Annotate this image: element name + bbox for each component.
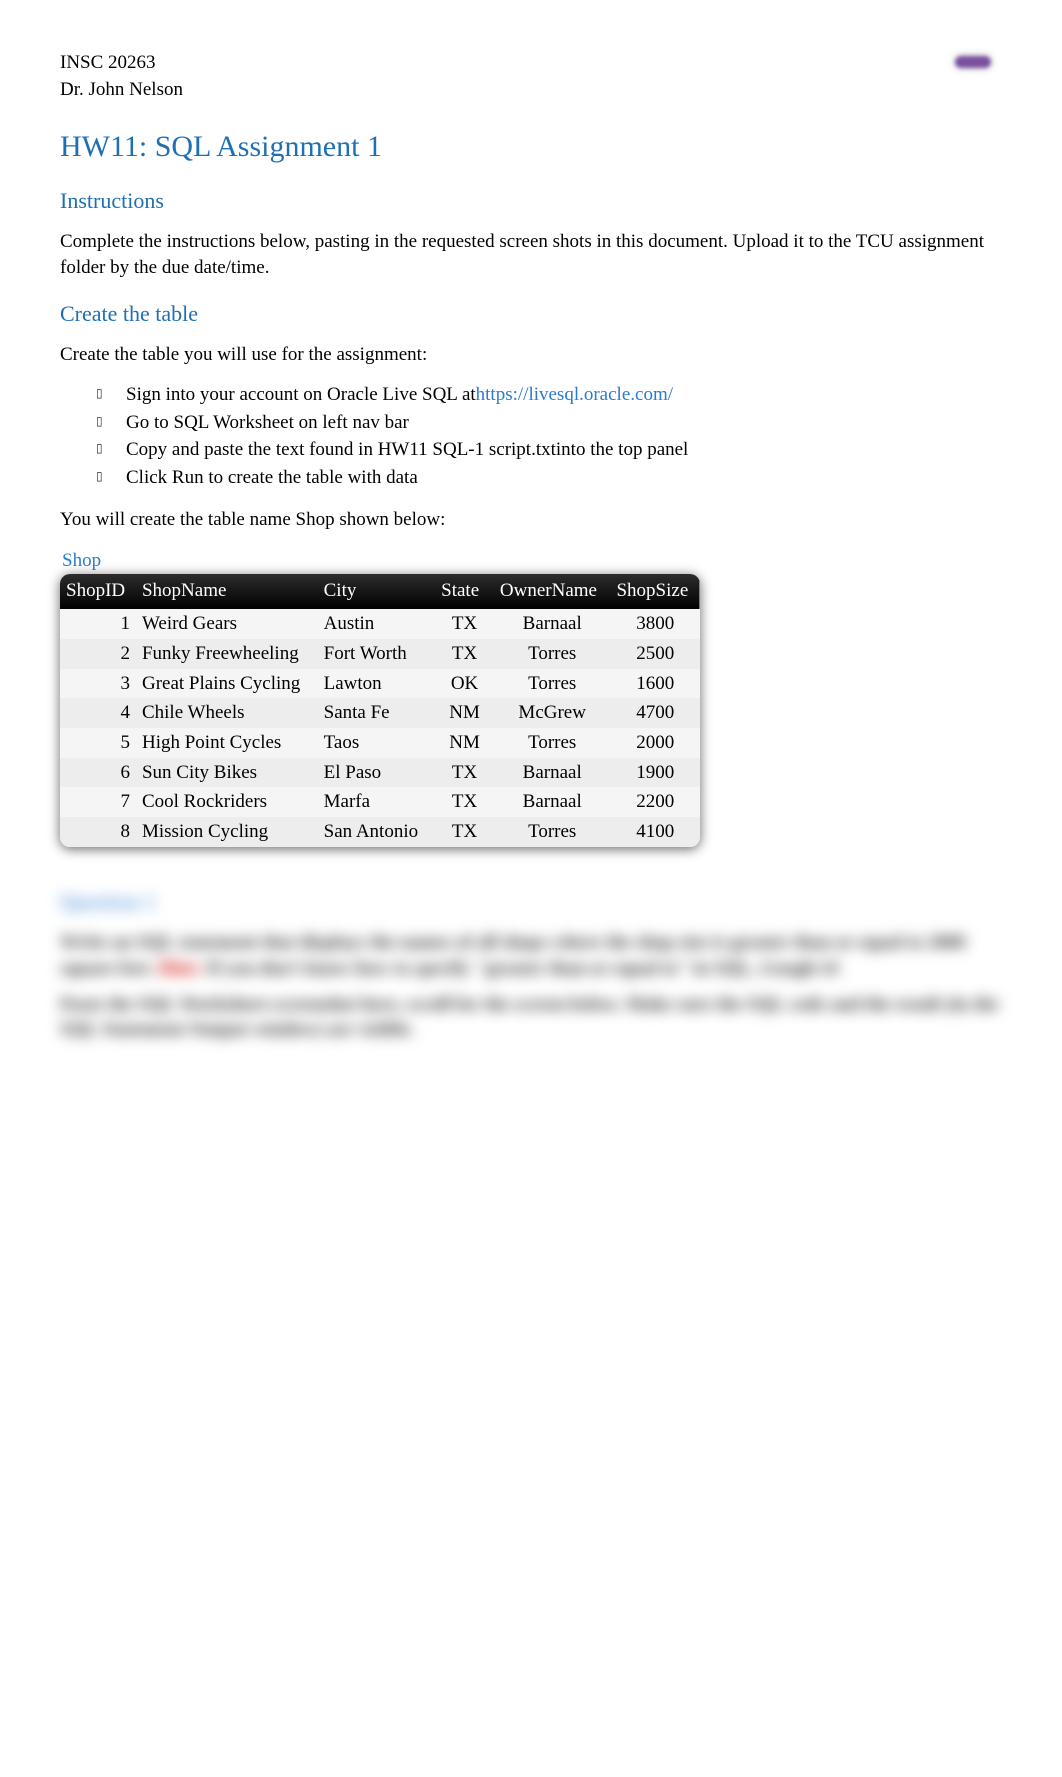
cell-name: Weird Gears [136, 609, 318, 639]
cell-id: 3 [60, 669, 136, 699]
page-title: HW11: SQL Assignment 1 [60, 127, 1002, 168]
cell-name: Funky Freewheeling [136, 639, 318, 669]
cell-name: Mission Cycling [136, 817, 318, 847]
bullet-item: Click Run to create the table with data [96, 465, 1002, 491]
preview-badge [955, 50, 1002, 76]
table-row: 2 Funky Freewheeling Fort Worth TX Torre… [60, 639, 700, 669]
table-row: 7 Cool Rockriders Marfa TX Barnaal 2200 [60, 787, 700, 817]
cell-id: 2 [60, 639, 136, 669]
cell-size: 1900 [610, 758, 700, 788]
create-table-intro: Create the table you will use for the as… [60, 342, 1002, 368]
table-header-row: ShopID ShopName City State OwnerName Sho… [60, 574, 700, 610]
table-caption: Shop [60, 548, 1002, 574]
cell-state: OK [435, 669, 494, 699]
cell-owner: Torres [494, 639, 611, 669]
cell-city: Lawton [318, 669, 436, 699]
cell-state: TX [435, 787, 494, 817]
shop-table-wrap: ShopID ShopName City State OwnerName Sho… [60, 574, 700, 847]
cell-size: 2500 [610, 639, 700, 669]
cell-state: NM [435, 728, 494, 758]
cell-name: Chile Wheels [136, 698, 318, 728]
bullet-item: Copy and paste the text found in HW11 SQ… [96, 437, 1002, 463]
create-table-outro: You will create the table name Shop show… [60, 507, 1002, 533]
blurred-preview: Question 1 Write an SQL statement that d… [60, 887, 1002, 1043]
cell-size: 4100 [610, 817, 700, 847]
table-row: 3 Great Plains Cycling Lawton OK Torres … [60, 669, 700, 699]
cell-name: High Point Cycles [136, 728, 318, 758]
cell-name: Sun City Bikes [136, 758, 318, 788]
cell-owner: Torres [494, 669, 611, 699]
cell-owner: Barnaal [494, 609, 611, 639]
bullet-text: Sign into your account on Oracle Live SQ… [126, 384, 476, 405]
badge-pill [955, 56, 991, 68]
cell-size: 3800 [610, 609, 700, 639]
cell-state: NM [435, 698, 494, 728]
course-code: INSC 20263 [60, 50, 183, 77]
col-header-city: City [318, 574, 436, 610]
cell-size: 2200 [610, 787, 700, 817]
document-header: INSC 20263 Dr. John Nelson [60, 50, 1002, 103]
cell-owner: Torres [494, 728, 611, 758]
question-text: Write an SQL statement that displays the… [60, 930, 1002, 981]
cell-id: 5 [60, 728, 136, 758]
cell-city: Marfa [318, 787, 436, 817]
table-body: 1 Weird Gears Austin TX Barnaal 3800 2 F… [60, 609, 700, 846]
cell-owner: Torres [494, 817, 611, 847]
cell-id: 6 [60, 758, 136, 788]
cell-id: 8 [60, 817, 136, 847]
cell-name: Cool Rockriders [136, 787, 318, 817]
col-header-size: ShopSize [610, 574, 700, 610]
create-table-heading: Create the table [60, 299, 1002, 329]
table-row: 4 Chile Wheels Santa Fe NM McGrew 4700 [60, 698, 700, 728]
bullet-text: Copy and paste the text found in HW11 SQ… [126, 439, 688, 460]
bullet-item: Sign into your account on Oracle Live SQ… [96, 382, 1002, 408]
question-heading: Question 1 [60, 887, 1002, 917]
table-row: 5 High Point Cycles Taos NM Torres 2000 [60, 728, 700, 758]
cell-state: TX [435, 639, 494, 669]
cell-name: Great Plains Cycling [136, 669, 318, 699]
cell-city: Fort Worth [318, 639, 436, 669]
instructions-text: Complete the instructions below, pasting… [60, 229, 1002, 280]
bullet-text: Click Run to create the table with data [126, 467, 418, 488]
cell-size: 2000 [610, 728, 700, 758]
cell-owner: McGrew [494, 698, 611, 728]
cell-state: TX [435, 817, 494, 847]
cell-id: 4 [60, 698, 136, 728]
cell-size: 4700 [610, 698, 700, 728]
header-left: INSC 20263 Dr. John Nelson [60, 50, 183, 103]
cell-owner: Barnaal [494, 787, 611, 817]
instruction-bullets: Sign into your account on Oracle Live SQ… [60, 382, 1002, 491]
col-header-owner: OwnerName [494, 574, 611, 610]
table-row: 6 Sun City Bikes El Paso TX Barnaal 1900 [60, 758, 700, 788]
bullet-text: Go to SQL Worksheet on left nav bar [126, 412, 409, 433]
cell-city: Taos [318, 728, 436, 758]
instructor-name: Dr. John Nelson [60, 77, 183, 104]
instructions-heading: Instructions [60, 186, 1002, 216]
question-line2: Paste the SQL Worksheet screenshot here,… [60, 992, 1002, 1043]
question-line1b: If you don't know how to specify "greate… [206, 958, 840, 979]
oracle-link[interactable]: https://livesql.oracle.com/ [476, 384, 673, 405]
cell-size: 1600 [610, 669, 700, 699]
table-row: 1 Weird Gears Austin TX Barnaal 3800 [60, 609, 700, 639]
cell-city: Santa Fe [318, 698, 436, 728]
hint-label: Hint: [158, 958, 201, 979]
cell-id: 7 [60, 787, 136, 817]
table-row: 8 Mission Cycling San Antonio TX Torres … [60, 817, 700, 847]
shop-table: ShopID ShopName City State OwnerName Sho… [60, 574, 700, 847]
col-header-state: State [435, 574, 494, 610]
cell-id: 1 [60, 609, 136, 639]
col-header-name: ShopName [136, 574, 318, 610]
col-header-id: ShopID [60, 574, 136, 610]
cell-city: El Paso [318, 758, 436, 788]
cell-state: TX [435, 758, 494, 788]
bullet-item: Go to SQL Worksheet on left nav bar [96, 410, 1002, 436]
cell-owner: Barnaal [494, 758, 611, 788]
cell-city: Austin [318, 609, 436, 639]
cell-state: TX [435, 609, 494, 639]
cell-city: San Antonio [318, 817, 436, 847]
